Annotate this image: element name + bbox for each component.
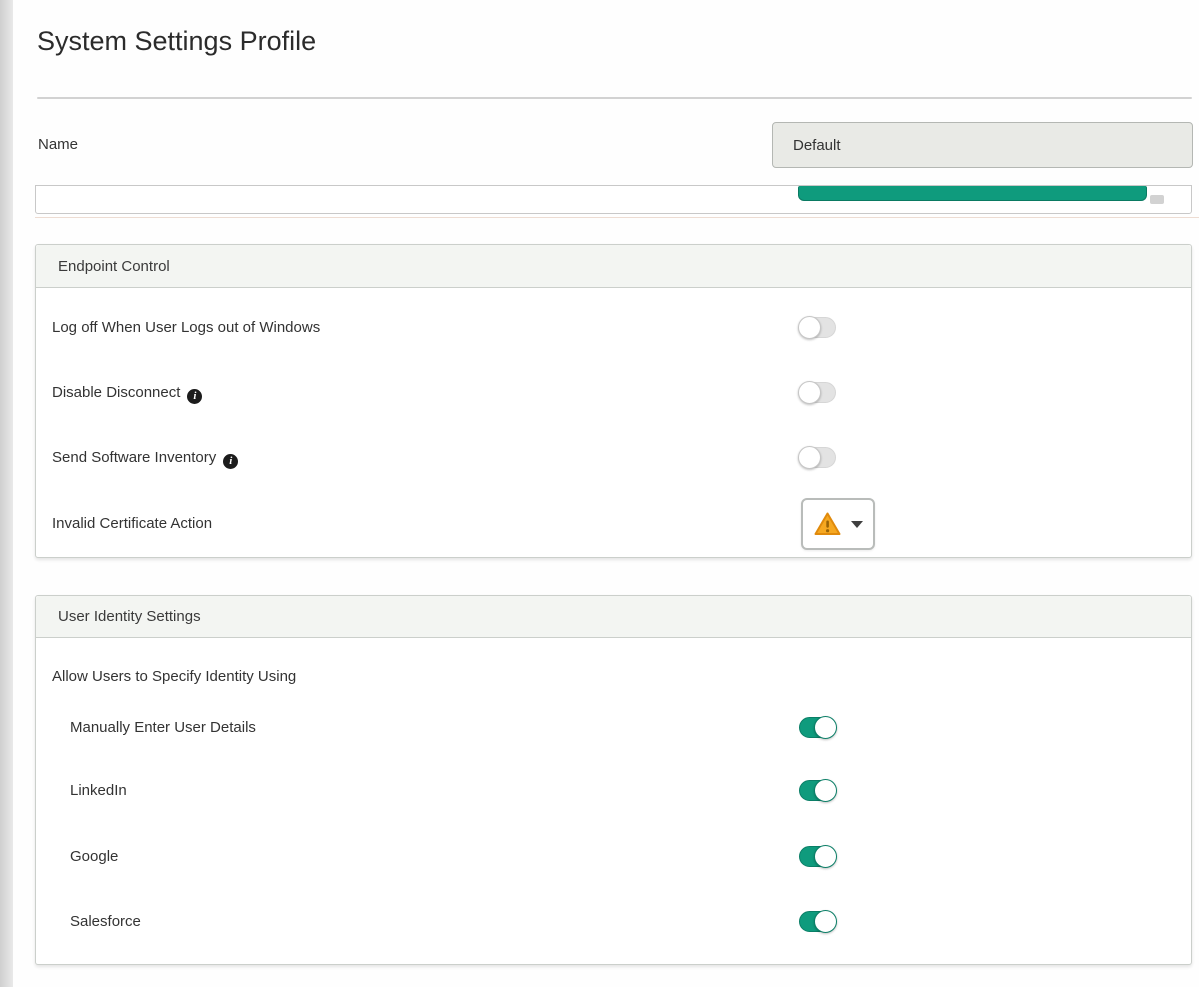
- setting-label-software-inventory: Send Software Inventoryi: [52, 447, 238, 469]
- setting-label-log-off: Log off When User Logs out of Windows: [52, 317, 320, 339]
- toggle-knob: [814, 779, 837, 802]
- toggle-manual-user-details[interactable]: [799, 717, 836, 738]
- setting-label-salesforce: Salesforce: [70, 911, 141, 933]
- name-select[interactable]: Default: [772, 122, 1193, 168]
- info-circle-icon[interactable]: i: [223, 454, 238, 469]
- name-select-value: Default: [793, 137, 841, 154]
- toggle-disable-disconnect[interactable]: [799, 382, 836, 403]
- system-settings-page: System Settings Profile Name Default End…: [0, 0, 1199, 987]
- toggle-send-software-inventory[interactable]: [799, 447, 836, 468]
- chevron-down-icon: [851, 521, 863, 528]
- toggle-log-off-windows[interactable]: [799, 317, 836, 338]
- setting-label-disable-disconnect: Disable Disconnecti: [52, 382, 202, 404]
- selected-option-bar[interactable]: [798, 186, 1147, 201]
- setting-label-google: Google: [70, 846, 118, 868]
- page-title: System Settings Profile: [37, 26, 316, 57]
- section-user-identity-settings: User Identity Settings Allow Users to Sp…: [35, 595, 1192, 965]
- toggle-knob: [814, 910, 837, 933]
- section-title: User Identity Settings: [58, 608, 201, 625]
- divider-line: [35, 217, 1199, 218]
- toggle-knob: [814, 716, 837, 739]
- toggle-knob: [814, 845, 837, 868]
- toggle-google[interactable]: [799, 846, 836, 867]
- section-endpoint-control: Endpoint Control Log off When User Logs …: [35, 244, 1192, 558]
- name-label: Name: [38, 136, 78, 153]
- endpoint-control-header: Endpoint Control: [36, 245, 1191, 288]
- title-divider: [37, 97, 1192, 99]
- toggle-salesforce[interactable]: [799, 911, 836, 932]
- section-title: Endpoint Control: [58, 258, 170, 275]
- toggle-linkedin[interactable]: [799, 780, 836, 801]
- toggle-knob: [798, 316, 821, 339]
- user-identity-settings-header: User Identity Settings: [36, 596, 1191, 638]
- setting-label-invalid-certificate: Invalid Certificate Action: [52, 513, 212, 535]
- resize-grip[interactable]: [1150, 195, 1164, 204]
- left-gutter: [0, 0, 13, 987]
- setting-label-manual-details: Manually Enter User Details: [70, 717, 256, 739]
- invalid-certificate-action-dropdown[interactable]: [801, 498, 875, 550]
- toggle-knob: [798, 446, 821, 469]
- info-circle-icon[interactable]: i: [187, 389, 202, 404]
- identity-subheading: Allow Users to Specify Identity Using: [52, 666, 296, 688]
- toggle-knob: [798, 381, 821, 404]
- warning-triangle-icon: [814, 512, 841, 536]
- setting-label-linkedin: LinkedIn: [70, 780, 127, 802]
